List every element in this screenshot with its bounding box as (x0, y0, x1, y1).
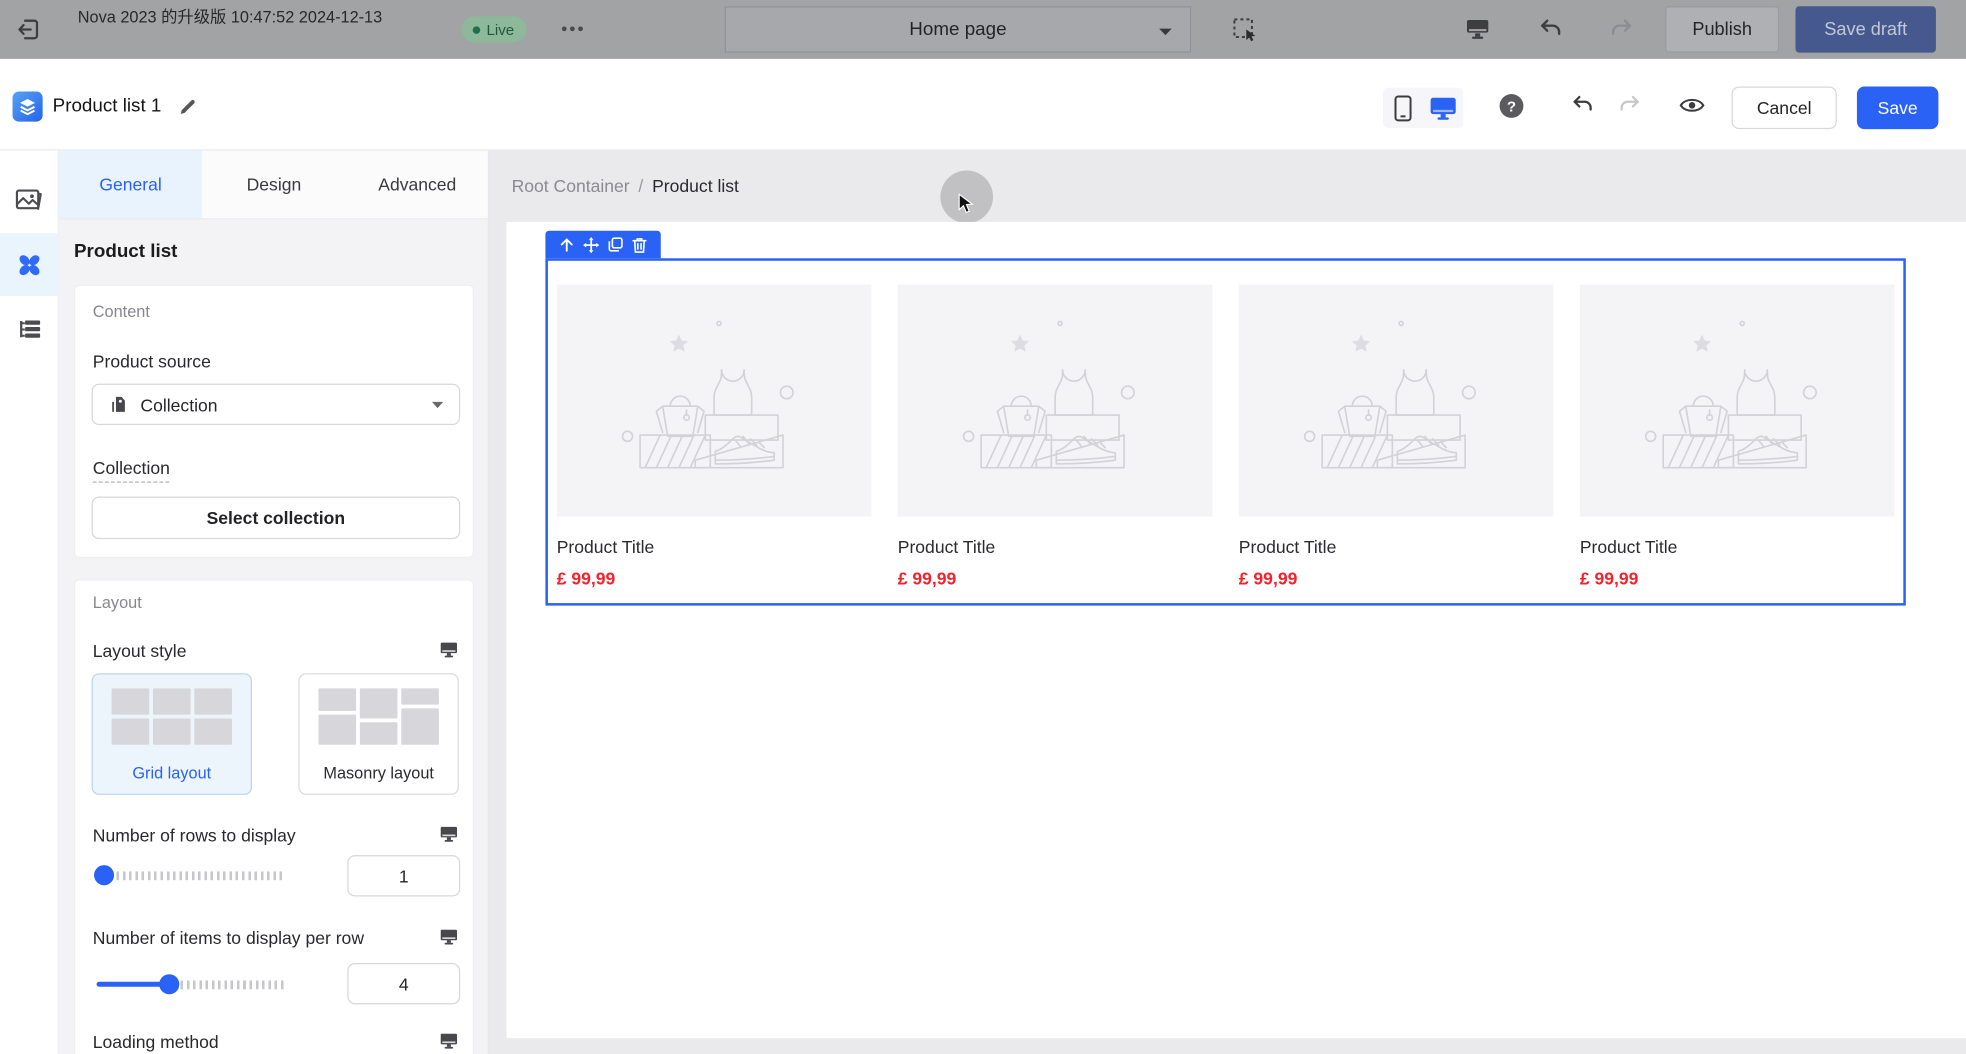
preview-eye-icon[interactable] (1679, 95, 1705, 115)
collection-tag-icon (108, 394, 129, 415)
cancel-button[interactable]: Cancel (1732, 87, 1837, 130)
media-library-icon[interactable] (15, 188, 44, 214)
live-dot-icon (473, 26, 481, 34)
breadcrumb-root[interactable]: Root Container (512, 176, 630, 196)
block-title: Product list 1 (53, 95, 162, 116)
product-placeholder-image (1239, 285, 1554, 517)
items-slider[interactable] (92, 974, 285, 994)
more-options-icon[interactable] (560, 24, 584, 34)
edit-title-icon[interactable] (178, 97, 198, 117)
move-up-icon[interactable] (559, 237, 574, 252)
editor-undo-icon[interactable] (1571, 94, 1594, 117)
panel-tabs: General Design Advanced (59, 150, 489, 219)
product-price: £ 99,99 (1239, 568, 1554, 588)
product-title: Product Title (1239, 537, 1554, 557)
canvas-area: Root Container / Product list (489, 150, 1966, 1054)
breadcrumb-separator: / (638, 176, 643, 196)
product-title: Product Title (557, 537, 872, 557)
product-source-select[interactable]: Collection (92, 384, 461, 425)
publish-button[interactable]: Publish (1665, 6, 1779, 52)
panel-heading: Product list (74, 241, 177, 262)
chevron-down-icon (431, 401, 444, 409)
help-icon[interactable]: ? (1500, 94, 1524, 118)
desktop-preview-icon[interactable] (1466, 19, 1490, 40)
items-per-row-label: Number of items to display per row (93, 928, 364, 948)
top-bar: Nova 2023 的升级版 10:47:52 2024-12-13 Live … (0, 0, 1966, 59)
layout-section-card: Layout Layout style Grid layout Masonry … (74, 579, 474, 1054)
product-list-block[interactable]: Product Title £ 99,99 Product Title £ 99… (545, 258, 1905, 605)
redo-icon[interactable] (1610, 18, 1634, 42)
duplicate-icon[interactable] (608, 237, 623, 252)
tab-general[interactable]: General (59, 150, 202, 218)
masonry-layout-thumbnail (300, 688, 458, 744)
drag-move-icon[interactable] (583, 236, 599, 252)
product-card[interactable]: Product Title £ 99,99 (1239, 285, 1554, 588)
block-toolbar (545, 231, 660, 259)
desktop-view-toggle[interactable] (1423, 88, 1463, 128)
product-card[interactable]: Product Title £ 99,99 (898, 285, 1213, 588)
tab-design[interactable]: Design (202, 150, 345, 218)
blocks-apps-icon[interactable] (15, 251, 44, 280)
grid-layout-thumbnail (93, 688, 251, 744)
product-card[interactable]: Product Title £ 99,99 (1580, 285, 1895, 588)
rows-slider-knob[interactable] (94, 865, 114, 885)
breadcrumb: Root Container / Product list (512, 176, 739, 196)
layout-option-grid[interactable]: Grid layout (92, 673, 252, 795)
exit-editor-icon[interactable] (15, 16, 41, 42)
save-draft-button[interactable]: Save draft (1795, 6, 1935, 52)
device-toggle-group (1383, 88, 1463, 128)
product-list-block-icon (13, 92, 43, 122)
loading-method-label: Loading method (93, 1032, 219, 1052)
rows-to-display-label: Number of rows to display (93, 825, 296, 845)
layout-option-masonry[interactable]: Masonry layout (298, 673, 458, 795)
layout-style-label: Layout style (93, 641, 187, 661)
product-placeholder-image (557, 285, 872, 517)
product-price: £ 99,99 (1580, 568, 1895, 588)
collection-label: Collection (93, 458, 170, 483)
content-section-label: Content (93, 302, 150, 321)
product-placeholder-image (898, 285, 1213, 517)
chevron-down-icon (1159, 28, 1173, 37)
editor-redo-icon[interactable] (1619, 94, 1642, 117)
product-price: £ 99,99 (557, 568, 872, 588)
breadcrumb-current: Product list (652, 176, 739, 196)
product-cards-row: Product Title £ 99,99 Product Title £ 99… (548, 261, 1903, 588)
desktop-only-icon (440, 826, 458, 842)
editor-root: Nova 2023 的升级版 10:47:52 2024-12-13 Live … (0, 0, 1966, 1054)
product-placeholder-image (1580, 285, 1895, 517)
product-title: Product Title (1580, 537, 1895, 557)
product-price: £ 99,99 (898, 568, 1213, 588)
delete-icon[interactable] (632, 236, 647, 252)
product-source-label: Product source (93, 351, 211, 371)
preview-page: Product Title £ 99,99 Product Title £ 99… (507, 222, 1966, 1038)
product-card[interactable]: Product Title £ 99,99 (557, 285, 872, 588)
marquee-select-icon[interactable] (1233, 18, 1258, 43)
page-selector-dropdown[interactable]: Home page (725, 6, 1191, 52)
tab-advanced[interactable]: Advanced (346, 150, 489, 218)
settings-panel: General Design Advanced Product list Con… (59, 150, 489, 1054)
desktop-only-icon (440, 929, 458, 945)
save-button[interactable]: Save (1857, 87, 1938, 130)
product-title: Product Title (898, 537, 1213, 557)
mouse-cursor-icon (958, 193, 974, 214)
live-status-badge: Live (461, 16, 526, 42)
editor-header: Product list 1 ? (0, 59, 1966, 151)
store-title: Nova 2023 的升级版 10:47:52 2024-12-13 (78, 6, 469, 27)
layout-section-label: Layout (93, 593, 142, 612)
content-section-card: Content Product source Collection Collec… (74, 285, 474, 558)
desktop-only-icon (440, 642, 458, 658)
desktop-only-icon (440, 1033, 458, 1049)
rows-slider[interactable] (92, 865, 285, 885)
undo-icon[interactable] (1538, 18, 1562, 42)
mobile-view-toggle[interactable] (1383, 88, 1423, 128)
select-collection-button[interactable]: Select collection (92, 497, 461, 540)
left-icon-rail (0, 150, 59, 1054)
items-slider-knob[interactable] (159, 974, 179, 994)
sections-list-icon[interactable] (16, 316, 42, 342)
items-value-input[interactable] (347, 963, 460, 1004)
rows-value-input[interactable] (347, 855, 460, 896)
